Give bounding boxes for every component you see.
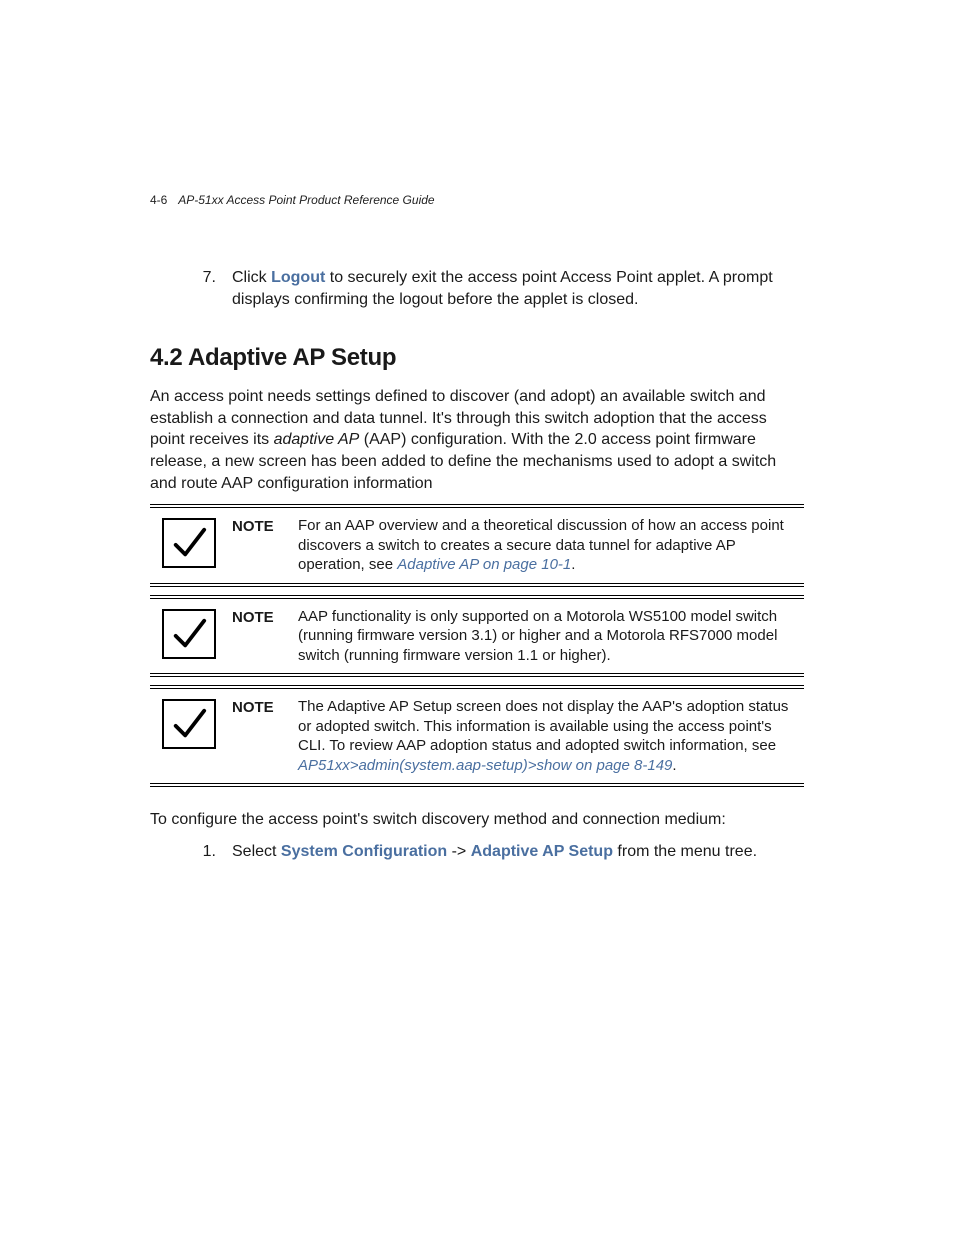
note-block: NOTE AAP functionality is only supported… [150, 595, 804, 678]
section-heading: 4.2 Adaptive AP Setup [150, 344, 804, 372]
step-body: Click Logout to securely exit the access… [232, 267, 804, 310]
step-list-upper: 7. Click Logout to securely exit the acc… [200, 267, 804, 310]
step-text-prefix: Select [232, 843, 281, 860]
step-number: 1. [200, 841, 216, 863]
note-text: AAP functionality is only supported on a… [298, 607, 798, 666]
step-text-prefix: Click [232, 269, 271, 286]
note-label: NOTE [232, 516, 282, 535]
checkmark-icon [162, 699, 216, 749]
note-label: NOTE [232, 607, 282, 626]
note-block: NOTE For an AAP overview and a theoretic… [150, 504, 804, 587]
step-number: 7. [200, 267, 216, 310]
checkmark-icon [162, 518, 216, 568]
note-text-b: . [672, 757, 676, 774]
page-number: 4-6 [150, 193, 167, 207]
document-page: 4-6 AP-51xx Access Point Product Referen… [0, 0, 954, 1235]
doc-link[interactable]: AP51xx>admin(system.aap-setup)>show on p… [298, 757, 672, 774]
running-header: 4-6 AP-51xx Access Point Product Referen… [150, 193, 804, 207]
step-body: Select System Configuration -> Adaptive … [232, 841, 804, 863]
step-text-middle: -> [447, 843, 471, 860]
step-1: 1. Select System Configuration -> Adapti… [200, 841, 804, 863]
step-7: 7. Click Logout to securely exit the acc… [200, 267, 804, 310]
doc-link[interactable]: Adaptive AP on page 10-1 [397, 556, 571, 573]
note-block: NOTE The Adaptive AP Setup screen does n… [150, 685, 804, 787]
section-paragraph: An access point needs settings defined t… [150, 386, 804, 494]
note-text: The Adaptive AP Setup screen does not di… [298, 697, 798, 775]
menu-adaptive-ap-setup[interactable]: Adaptive AP Setup [471, 843, 613, 860]
note-label: NOTE [232, 697, 282, 716]
note-text: For an AAP overview and a theoretical di… [298, 516, 798, 575]
menu-system-configuration[interactable]: System Configuration [281, 843, 447, 860]
step-list-lower: 1. Select System Configuration -> Adapti… [200, 841, 804, 863]
document-title: AP-51xx Access Point Product Reference G… [178, 193, 434, 207]
step-text-suffix: from the menu tree. [613, 843, 757, 860]
note-text-a: The Adaptive AP Setup screen does not di… [298, 698, 788, 754]
note-text-b: . [571, 556, 575, 573]
logout-link[interactable]: Logout [271, 269, 325, 286]
post-note-paragraph: To configure the access point's switch d… [150, 809, 804, 831]
checkmark-icon [162, 609, 216, 659]
note-text-a: AAP functionality is only supported on a… [298, 608, 777, 664]
para-italic-term: adaptive AP [274, 431, 360, 448]
